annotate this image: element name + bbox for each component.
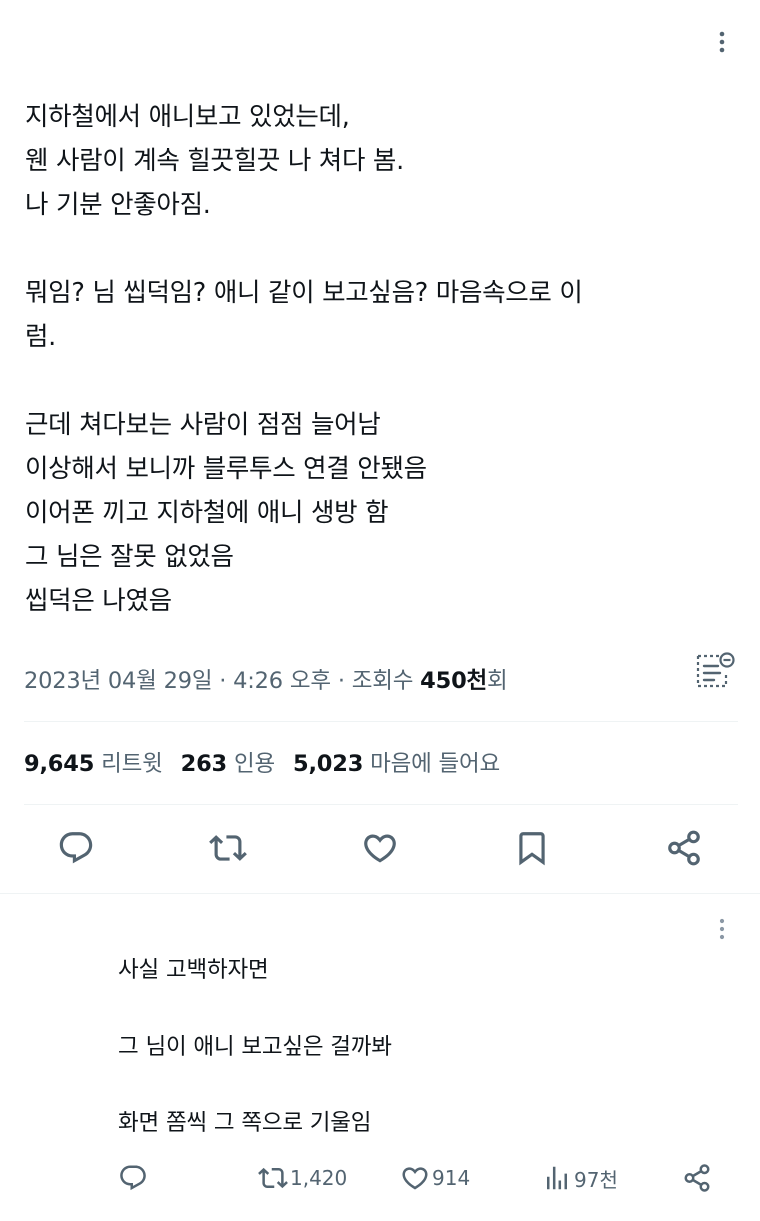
reply-reply-button[interactable] <box>118 1158 148 1198</box>
quotes-stat[interactable]: 263 인용 <box>180 744 276 784</box>
quotes-count: 263 <box>180 751 228 777</box>
tweet-text: 지하철에서 애니보고 있었는데, 웬 사람이 계속 힐끗힐끗 나 쳐다 봄. 나… <box>25 95 725 623</box>
translate-button[interactable] <box>692 650 738 694</box>
retweets-stat[interactable]: 9,645 리트윗 <box>24 744 163 784</box>
tweet-line: 웬 사람이 계속 힐끗힐끗 나 쳐다 봄. <box>25 146 404 176</box>
more-vertical-icon <box>719 918 725 940</box>
tweet-line: 지하철에서 애니보고 있었는데, <box>25 102 350 132</box>
tweet-line: 씹덕은 나였음 <box>25 586 172 616</box>
retweet-icon <box>258 1167 288 1189</box>
reply-like-button[interactable]: 914 <box>400 1158 470 1198</box>
tweet-line: 나 기분 안좋아짐. <box>25 190 211 220</box>
reply-views-count: 97천 <box>574 1167 618 1192</box>
timestamp[interactable]: 2023년 04월 29일 · 4:26 오후 · 조회수 <box>24 668 420 694</box>
tweet-line: 이어폰 끼고 지하철에 애니 생방 함 <box>25 498 389 528</box>
reply-retweet-count: 1,420 <box>290 1166 348 1190</box>
retweet-button[interactable] <box>206 826 250 870</box>
tweet-stats: 9,645 리트윗 263 인용 5,023 마음에 들어요 <box>24 744 518 784</box>
tweet-meta: 2023년 04월 29일 · 4:26 오후 · 조회수 450천회 <box>24 661 508 701</box>
share-button[interactable] <box>662 826 706 870</box>
bookmark-button[interactable] <box>510 826 554 870</box>
heart-icon <box>402 1167 428 1190</box>
divider <box>24 804 738 805</box>
reply-button[interactable] <box>54 826 98 870</box>
tweet-line <box>25 359 725 403</box>
tweet-line: 근데 쳐다보는 사람이 점점 늘어남 <box>25 410 381 440</box>
bookmark-icon <box>519 832 545 866</box>
tweet-line <box>25 227 725 271</box>
divider <box>24 721 738 722</box>
share-icon <box>668 830 700 866</box>
more-vertical-icon <box>719 31 725 53</box>
heart-icon <box>364 834 396 863</box>
reply-line: 화면 쫌씩 그 쪽으로 기울임 <box>118 1110 372 1136</box>
translate-note-icon <box>696 652 735 688</box>
reply-line: 그 님이 애니 보고싶은 걸까봐 <box>118 1034 392 1060</box>
more-options-button[interactable] <box>710 30 734 54</box>
quotes-label: 인용 <box>233 751 275 777</box>
reply-icon <box>120 1165 146 1191</box>
reply-icon <box>59 832 93 864</box>
reply-like-count: 914 <box>432 1166 471 1190</box>
retweets-count: 9,645 <box>24 751 95 777</box>
divider <box>0 893 760 894</box>
reply-share-button[interactable] <box>682 1158 712 1198</box>
likes-label: 마음에 들어요 <box>370 751 501 777</box>
like-button[interactable] <box>358 826 402 870</box>
views-suffix: 회 <box>487 668 508 694</box>
tweet-line: 그 님은 잘못 없었음 <box>25 542 234 572</box>
share-icon <box>684 1164 710 1192</box>
views-bar-icon <box>547 1166 567 1190</box>
likes-count: 5,023 <box>292 751 364 777</box>
tweet-line: 럼. <box>25 322 56 352</box>
likes-stat[interactable]: 5,023 마음에 들어요 <box>293 744 500 784</box>
tweet-line: 이상해서 보니까 블루투스 연결 안됐음 <box>25 454 427 484</box>
reply-more-options-button[interactable] <box>710 917 734 941</box>
tweet-line: 뭐임? 님 씹덕임? 애니 같이 보고싶음? 마음속으로 이 <box>25 278 583 308</box>
reply-retweet-button[interactable]: 1,420 <box>258 1158 347 1198</box>
reply-views-button[interactable]: 97천 <box>542 1158 618 1198</box>
views-count: 450천 <box>420 668 488 694</box>
retweet-icon <box>209 835 247 861</box>
retweets-label: 리트윗 <box>101 751 163 777</box>
reply-line: 사실 고백하자면 <box>118 957 269 983</box>
